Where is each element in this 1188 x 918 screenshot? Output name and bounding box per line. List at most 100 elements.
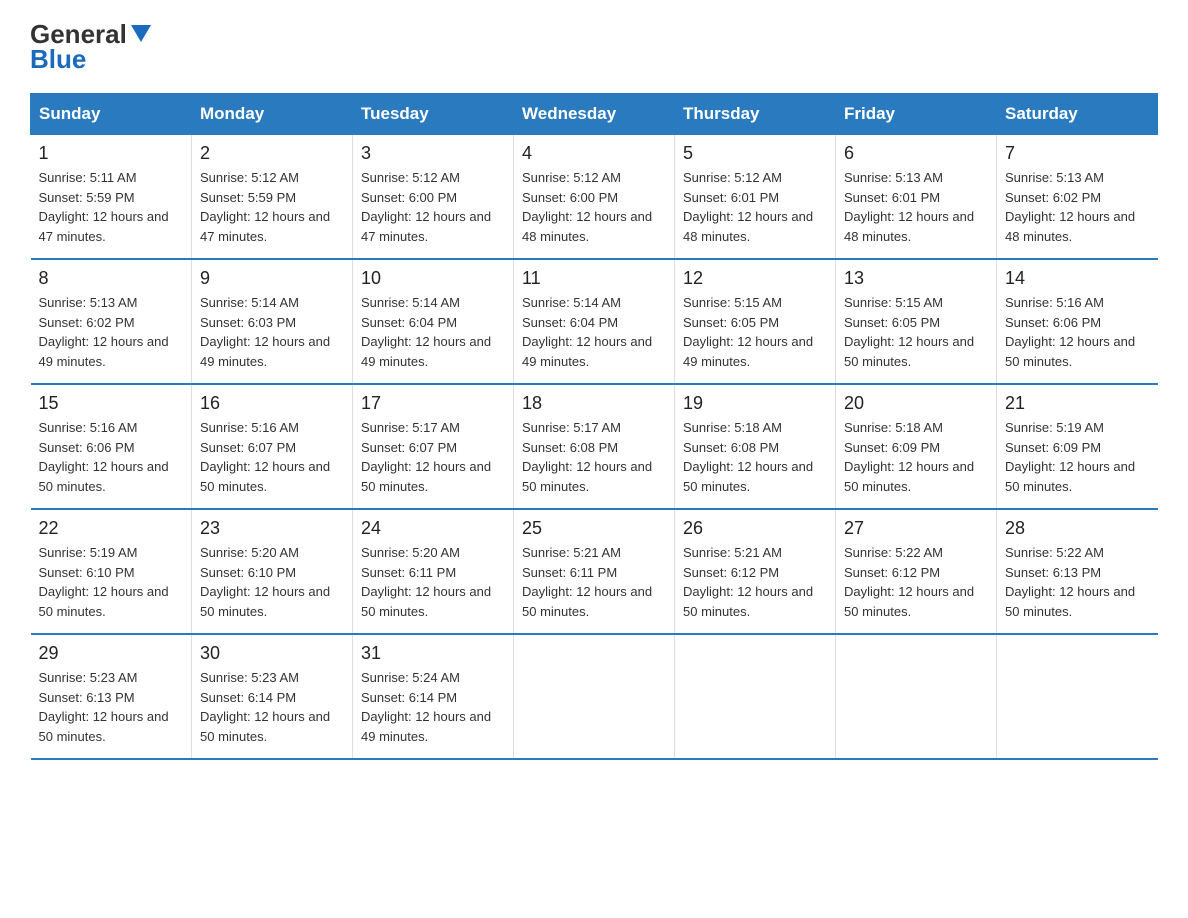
calendar-cell: 4 Sunrise: 5:12 AMSunset: 6:00 PMDayligh… — [514, 135, 675, 260]
day-number: 29 — [39, 643, 184, 664]
day-info: Sunrise: 5:20 AMSunset: 6:10 PMDaylight:… — [200, 543, 344, 621]
logo: General Blue — [30, 20, 153, 73]
day-number: 27 — [844, 518, 988, 539]
day-info: Sunrise: 5:21 AMSunset: 6:11 PMDaylight:… — [522, 543, 666, 621]
day-info: Sunrise: 5:13 AMSunset: 6:02 PMDaylight:… — [39, 293, 184, 371]
day-info: Sunrise: 5:11 AMSunset: 5:59 PMDaylight:… — [39, 168, 184, 246]
day-info: Sunrise: 5:12 AMSunset: 6:00 PMDaylight:… — [361, 168, 505, 246]
day-info: Sunrise: 5:15 AMSunset: 6:05 PMDaylight:… — [683, 293, 827, 371]
logo-arrow-icon — [129, 22, 153, 46]
day-info: Sunrise: 5:17 AMSunset: 6:07 PMDaylight:… — [361, 418, 505, 496]
calendar-header-row: SundayMondayTuesdayWednesdayThursdayFrid… — [31, 94, 1158, 135]
day-number: 10 — [361, 268, 505, 289]
calendar-header-monday: Monday — [192, 94, 353, 135]
day-info: Sunrise: 5:18 AMSunset: 6:09 PMDaylight:… — [844, 418, 988, 496]
calendar-cell: 1 Sunrise: 5:11 AMSunset: 5:59 PMDayligh… — [31, 135, 192, 260]
calendar-cell: 20 Sunrise: 5:18 AMSunset: 6:09 PMDaylig… — [836, 384, 997, 509]
day-number: 28 — [1005, 518, 1150, 539]
calendar-header-thursday: Thursday — [675, 94, 836, 135]
calendar-cell: 16 Sunrise: 5:16 AMSunset: 6:07 PMDaylig… — [192, 384, 353, 509]
calendar-week-row: 1 Sunrise: 5:11 AMSunset: 5:59 PMDayligh… — [31, 135, 1158, 260]
day-info: Sunrise: 5:23 AMSunset: 6:13 PMDaylight:… — [39, 668, 184, 746]
day-number: 4 — [522, 143, 666, 164]
day-number: 18 — [522, 393, 666, 414]
calendar-header-tuesday: Tuesday — [353, 94, 514, 135]
day-info: Sunrise: 5:14 AMSunset: 6:04 PMDaylight:… — [522, 293, 666, 371]
day-info: Sunrise: 5:23 AMSunset: 6:14 PMDaylight:… — [200, 668, 344, 746]
day-info: Sunrise: 5:14 AMSunset: 6:04 PMDaylight:… — [361, 293, 505, 371]
day-number: 19 — [683, 393, 827, 414]
calendar-cell: 18 Sunrise: 5:17 AMSunset: 6:08 PMDaylig… — [514, 384, 675, 509]
day-info: Sunrise: 5:21 AMSunset: 6:12 PMDaylight:… — [683, 543, 827, 621]
day-number: 24 — [361, 518, 505, 539]
calendar-header-wednesday: Wednesday — [514, 94, 675, 135]
day-number: 16 — [200, 393, 344, 414]
day-number: 1 — [39, 143, 184, 164]
calendar-header-friday: Friday — [836, 94, 997, 135]
calendar-week-row: 22 Sunrise: 5:19 AMSunset: 6:10 PMDaylig… — [31, 509, 1158, 634]
calendar-cell: 27 Sunrise: 5:22 AMSunset: 6:12 PMDaylig… — [836, 509, 997, 634]
calendar-cell: 17 Sunrise: 5:17 AMSunset: 6:07 PMDaylig… — [353, 384, 514, 509]
day-number: 2 — [200, 143, 344, 164]
calendar-cell: 6 Sunrise: 5:13 AMSunset: 6:01 PMDayligh… — [836, 135, 997, 260]
calendar-cell: 13 Sunrise: 5:15 AMSunset: 6:05 PMDaylig… — [836, 259, 997, 384]
calendar-cell: 21 Sunrise: 5:19 AMSunset: 6:09 PMDaylig… — [997, 384, 1158, 509]
calendar-cell — [514, 634, 675, 759]
day-info: Sunrise: 5:22 AMSunset: 6:13 PMDaylight:… — [1005, 543, 1150, 621]
day-number: 31 — [361, 643, 505, 664]
day-info: Sunrise: 5:22 AMSunset: 6:12 PMDaylight:… — [844, 543, 988, 621]
calendar-cell: 14 Sunrise: 5:16 AMSunset: 6:06 PMDaylig… — [997, 259, 1158, 384]
day-number: 25 — [522, 518, 666, 539]
calendar-table: SundayMondayTuesdayWednesdayThursdayFrid… — [30, 93, 1158, 760]
day-info: Sunrise: 5:13 AMSunset: 6:01 PMDaylight:… — [844, 168, 988, 246]
logo-blue-text: Blue — [30, 45, 86, 74]
calendar-cell — [836, 634, 997, 759]
calendar-header-saturday: Saturday — [997, 94, 1158, 135]
calendar-cell: 12 Sunrise: 5:15 AMSunset: 6:05 PMDaylig… — [675, 259, 836, 384]
calendar-cell: 3 Sunrise: 5:12 AMSunset: 6:00 PMDayligh… — [353, 135, 514, 260]
day-info: Sunrise: 5:13 AMSunset: 6:02 PMDaylight:… — [1005, 168, 1150, 246]
calendar-header-sunday: Sunday — [31, 94, 192, 135]
day-number: 21 — [1005, 393, 1150, 414]
day-info: Sunrise: 5:16 AMSunset: 6:07 PMDaylight:… — [200, 418, 344, 496]
day-number: 11 — [522, 268, 666, 289]
day-info: Sunrise: 5:19 AMSunset: 6:09 PMDaylight:… — [1005, 418, 1150, 496]
calendar-cell: 19 Sunrise: 5:18 AMSunset: 6:08 PMDaylig… — [675, 384, 836, 509]
calendar-cell: 29 Sunrise: 5:23 AMSunset: 6:13 PMDaylig… — [31, 634, 192, 759]
day-number: 20 — [844, 393, 988, 414]
day-number: 6 — [844, 143, 988, 164]
calendar-cell: 30 Sunrise: 5:23 AMSunset: 6:14 PMDaylig… — [192, 634, 353, 759]
calendar-week-row: 8 Sunrise: 5:13 AMSunset: 6:02 PMDayligh… — [31, 259, 1158, 384]
calendar-cell: 10 Sunrise: 5:14 AMSunset: 6:04 PMDaylig… — [353, 259, 514, 384]
calendar-cell: 5 Sunrise: 5:12 AMSunset: 6:01 PMDayligh… — [675, 135, 836, 260]
day-number: 15 — [39, 393, 184, 414]
calendar-cell: 15 Sunrise: 5:16 AMSunset: 6:06 PMDaylig… — [31, 384, 192, 509]
calendar-cell: 23 Sunrise: 5:20 AMSunset: 6:10 PMDaylig… — [192, 509, 353, 634]
calendar-cell — [675, 634, 836, 759]
day-number: 14 — [1005, 268, 1150, 289]
day-info: Sunrise: 5:17 AMSunset: 6:08 PMDaylight:… — [522, 418, 666, 496]
day-info: Sunrise: 5:12 AMSunset: 5:59 PMDaylight:… — [200, 168, 344, 246]
day-info: Sunrise: 5:24 AMSunset: 6:14 PMDaylight:… — [361, 668, 505, 746]
calendar-cell: 28 Sunrise: 5:22 AMSunset: 6:13 PMDaylig… — [997, 509, 1158, 634]
day-info: Sunrise: 5:16 AMSunset: 6:06 PMDaylight:… — [39, 418, 184, 496]
day-number: 22 — [39, 518, 184, 539]
day-number: 26 — [683, 518, 827, 539]
day-info: Sunrise: 5:18 AMSunset: 6:08 PMDaylight:… — [683, 418, 827, 496]
day-info: Sunrise: 5:15 AMSunset: 6:05 PMDaylight:… — [844, 293, 988, 371]
day-number: 5 — [683, 143, 827, 164]
day-info: Sunrise: 5:19 AMSunset: 6:10 PMDaylight:… — [39, 543, 184, 621]
calendar-cell: 31 Sunrise: 5:24 AMSunset: 6:14 PMDaylig… — [353, 634, 514, 759]
calendar-cell: 24 Sunrise: 5:20 AMSunset: 6:11 PMDaylig… — [353, 509, 514, 634]
page-header: General Blue — [30, 20, 1158, 73]
day-info: Sunrise: 5:12 AMSunset: 6:01 PMDaylight:… — [683, 168, 827, 246]
day-number: 8 — [39, 268, 184, 289]
calendar-cell: 26 Sunrise: 5:21 AMSunset: 6:12 PMDaylig… — [675, 509, 836, 634]
logo-container: General Blue — [30, 20, 153, 73]
day-info: Sunrise: 5:12 AMSunset: 6:00 PMDaylight:… — [522, 168, 666, 246]
day-number: 12 — [683, 268, 827, 289]
day-number: 17 — [361, 393, 505, 414]
day-number: 30 — [200, 643, 344, 664]
day-info: Sunrise: 5:14 AMSunset: 6:03 PMDaylight:… — [200, 293, 344, 371]
day-number: 3 — [361, 143, 505, 164]
